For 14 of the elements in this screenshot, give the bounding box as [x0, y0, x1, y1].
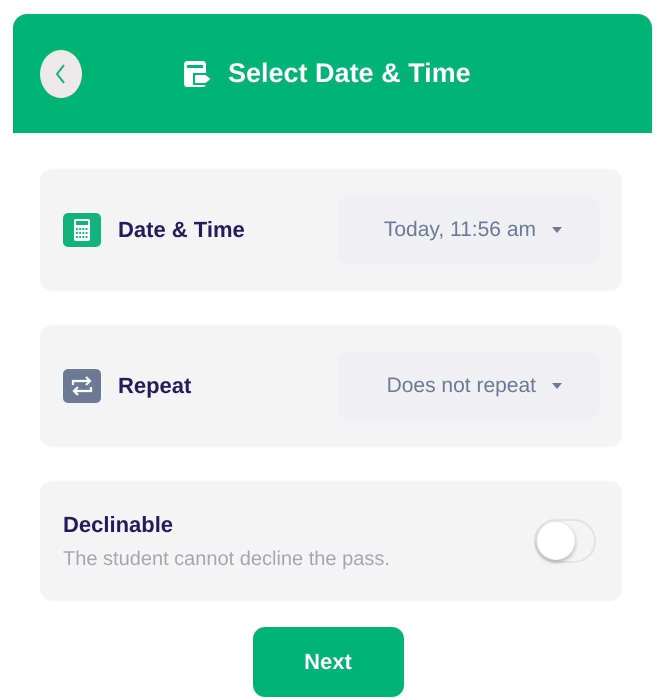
- back-button[interactable]: [40, 50, 82, 98]
- caret-icon: [552, 227, 562, 233]
- dropdown[interactable]: Does not repeat: [338, 352, 600, 420]
- header-title: Select Date & Time: [228, 58, 471, 89]
- setting-description: The student cannot decline the pass.: [63, 548, 391, 570]
- setting-label: Repeat: [118, 373, 192, 399]
- caret-icon: [552, 383, 562, 389]
- toggle-switch[interactable]: [534, 519, 596, 563]
- setting-label: Date & Time: [118, 217, 246, 243]
- setting-title: Declinable: [63, 512, 174, 538]
- calendar-icon: [63, 213, 101, 247]
- next-button[interactable]: Next: [252, 627, 404, 697]
- dropdown[interactable]: Today, 11:56 am: [338, 196, 600, 264]
- repeat-icon: [63, 369, 101, 403]
